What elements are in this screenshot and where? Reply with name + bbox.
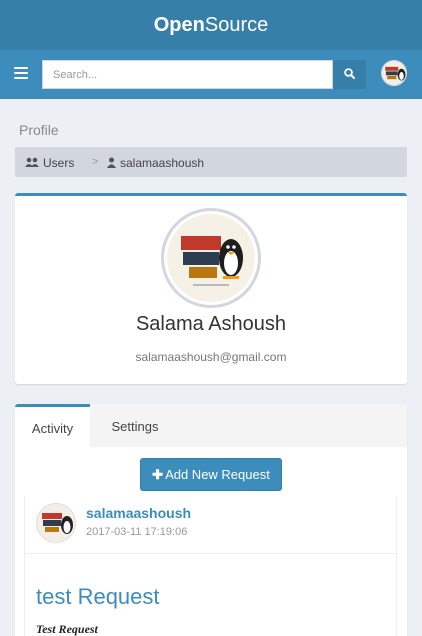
- profile-name: Salama Ashoush: [135, 313, 287, 335]
- breadcrumb-user-label: salamaashoush: [120, 156, 205, 170]
- bars-icon[interactable]: [14, 67, 28, 79]
- breadcrumb-current-user: salamaashoush: [107, 156, 204, 170]
- user-icon: [107, 157, 116, 168]
- add-new-request-label: Add New Request: [165, 466, 270, 482]
- brand-bold: Open: [153, 14, 205, 36]
- tab-bar: Activity Settings: [15, 404, 407, 447]
- search-button[interactable]: [333, 60, 366, 89]
- search-icon: [344, 68, 355, 79]
- post-title-link[interactable]: test Request: [36, 584, 160, 610]
- activity-post: salamaashoush 2017-03-11 17:19:06 test R…: [24, 496, 398, 636]
- user-avatar[interactable]: [381, 60, 407, 86]
- profile-card: Salama Ashoush salamaashoush@gmail.com: [15, 193, 407, 384]
- navbar: [0, 50, 422, 99]
- profile-picture: [161, 208, 261, 308]
- brand-light: Source: [204, 14, 269, 36]
- profile-email: salamaashoush@gmail.com: [135, 350, 287, 364]
- page-title: Profile: [19, 122, 59, 138]
- profile-tabs-panel: Activity Settings ✚ Add New Request salam…: [15, 404, 407, 636]
- search-input[interactable]: [42, 60, 333, 89]
- post-timestamp: 2017-03-11 17:19:06: [86, 526, 188, 538]
- post-avatar: [36, 503, 76, 543]
- tab-activity[interactable]: Activity: [15, 404, 90, 447]
- post-body: Test Request: [36, 622, 98, 636]
- breadcrumb-users-label: Users: [43, 156, 75, 170]
- tab-settings[interactable]: Settings: [90, 404, 180, 447]
- add-new-request-button[interactable]: ✚ Add New Request: [140, 458, 282, 491]
- post-username-link[interactable]: salamaashoush: [86, 505, 191, 521]
- plus-icon: ✚: [152, 466, 164, 482]
- breadcrumb-users[interactable]: Users: [25, 156, 74, 170]
- breadcrumb: Users > salamaashoush: [15, 147, 407, 177]
- app-header: OpenSource: [0, 0, 422, 50]
- app-logo[interactable]: OpenSource: [154, 0, 269, 50]
- users-icon: [25, 157, 39, 167]
- post-divider: [25, 553, 398, 554]
- search-form: [42, 60, 366, 89]
- breadcrumb-separator: >: [92, 156, 99, 168]
